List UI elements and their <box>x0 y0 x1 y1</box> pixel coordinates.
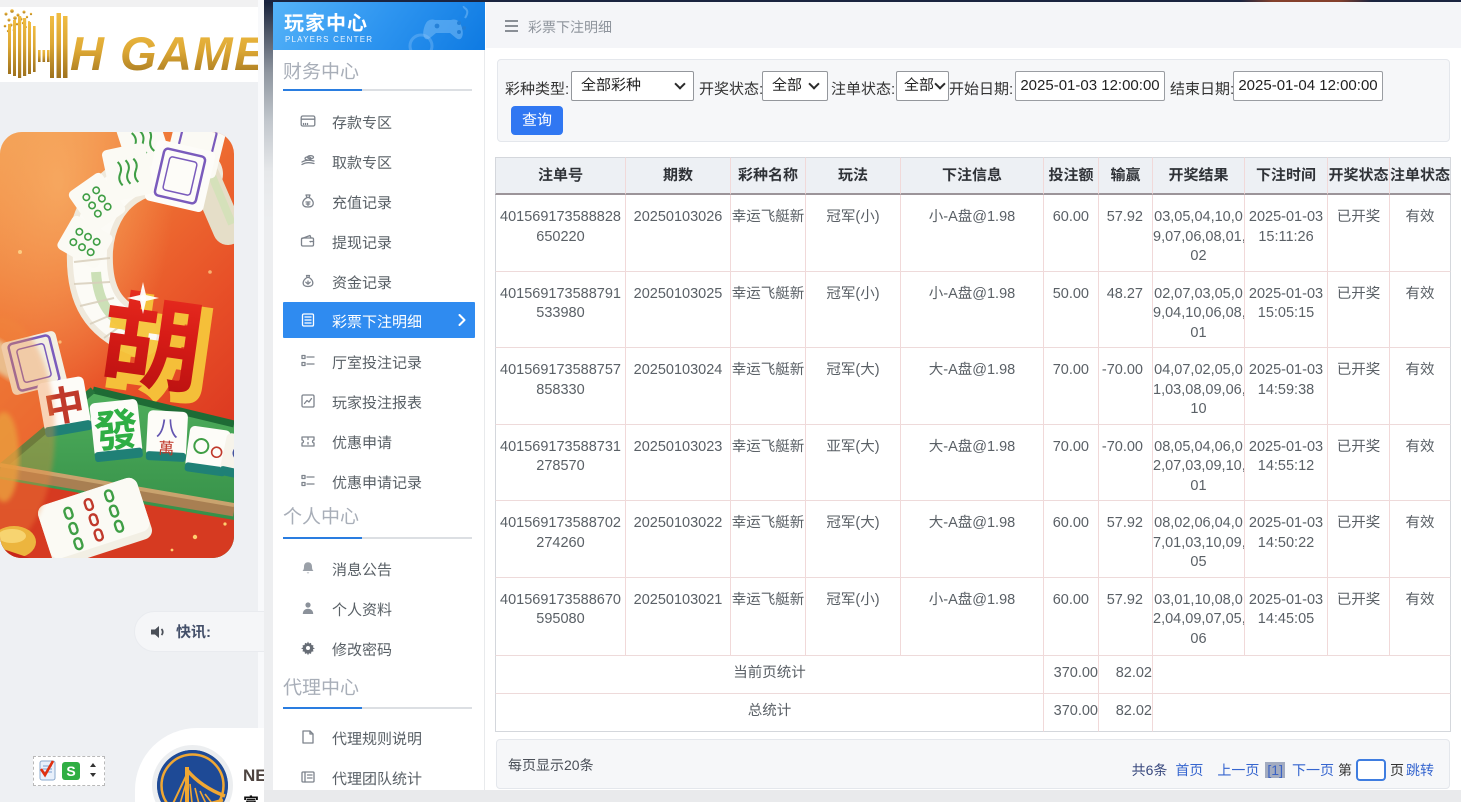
svg-text:S: S <box>66 763 75 779</box>
svg-text:發: 發 <box>91 393 141 461</box>
svg-text:H GAME: H GAME <box>70 27 264 80</box>
svg-text:萬: 萬 <box>158 435 175 460</box>
